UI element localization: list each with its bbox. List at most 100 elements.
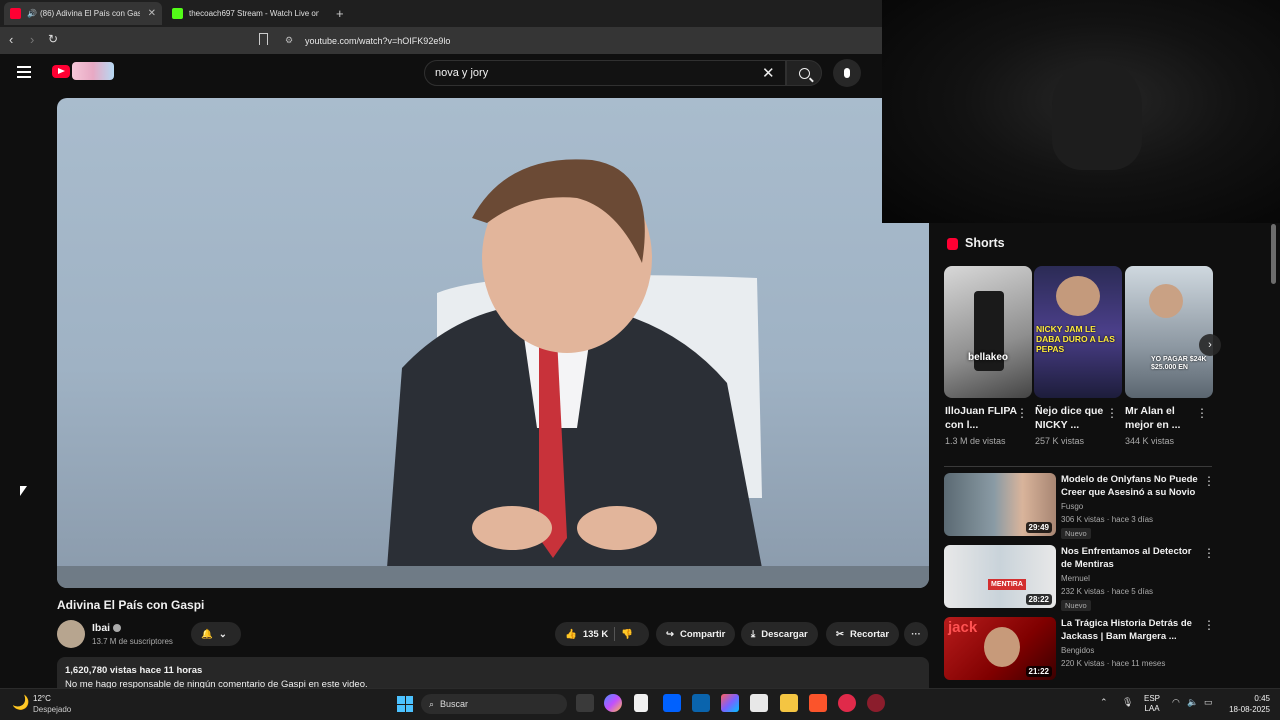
chevron-up-icon[interactable]: ⌃	[1100, 697, 1108, 708]
short-thumbnail[interactable]: bellakeo	[944, 266, 1032, 398]
chevron-right-icon: ›	[1208, 339, 1212, 351]
like-button[interactable]: 👍 135 K	[565, 629, 608, 640]
video-player[interactable]	[57, 98, 929, 588]
close-tab-icon[interactable]: ✕	[148, 8, 156, 19]
kebab-menu-icon[interactable]: ⋮	[1203, 474, 1215, 488]
thumbnail-text: jack	[948, 619, 978, 636]
volume-icon[interactable]: 🔈	[1187, 697, 1198, 708]
tab-youtube[interactable]: 🔊 (86) Adivina El País con Gaspi ✕	[4, 2, 162, 25]
kebab-menu-icon[interactable]: ⋮	[1203, 546, 1215, 560]
video-thumbnail[interactable]: 29:49	[944, 473, 1056, 536]
outlook-icon[interactable]	[692, 694, 710, 712]
duration-badge: 21:22	[1025, 666, 1052, 677]
moon-weather-icon[interactable]: 🌙	[12, 694, 29, 711]
new-badge: Nuevo	[1061, 600, 1091, 611]
verified-icon	[113, 624, 121, 632]
video-thumbnail[interactable]: jack 21:22	[944, 617, 1056, 680]
voice-search-button[interactable]	[833, 59, 861, 87]
weather-temp[interactable]: 12°C	[33, 694, 51, 703]
file-explorer-icon[interactable]	[780, 694, 798, 712]
recommendation-meta: 220 K vistas · hace 11 meses	[1061, 659, 1166, 668]
forward-icon[interactable]: ›	[30, 32, 34, 47]
kebab-menu-icon[interactable]: ⋮	[1106, 406, 1118, 420]
shorts-next-button[interactable]: ›	[1199, 334, 1221, 356]
like-count: 135 K	[582, 628, 609, 640]
url-field[interactable]: youtube.com/watch?v=hOIFK92e9lo	[305, 31, 905, 50]
divider	[944, 466, 1212, 467]
sidebar-scrollbar[interactable]	[1271, 224, 1276, 284]
new-tab-button[interactable]: +	[336, 6, 344, 21]
short-views: 1.3 M de vistas	[945, 436, 1006, 446]
tab-title: (86) Adivina El País con Gaspi	[39, 9, 140, 18]
doodle-logo[interactable]	[72, 62, 114, 80]
thumbs-down-icon[interactable]: 👎	[621, 629, 633, 640]
kebab-menu-icon[interactable]: ⋮	[1016, 406, 1028, 420]
share-button[interactable]: ↪ Compartir	[656, 622, 736, 646]
store-icon[interactable]	[750, 694, 768, 712]
video-thumbnail[interactable]: MENTIRA 28:22	[944, 545, 1056, 608]
recommendation-title[interactable]: La Trágica Historia Detrás de Jackass | …	[1061, 617, 1201, 643]
short-overlay-text: YO PAGAR $24K $25.000 EN	[1151, 356, 1207, 371]
back-icon[interactable]: ‹	[9, 32, 13, 47]
youtube-logo-icon[interactable]	[52, 65, 70, 78]
menu-icon[interactable]	[17, 66, 31, 78]
clip-label: Recortar	[849, 628, 890, 640]
copilot-icon[interactable]	[604, 694, 622, 712]
task-view-icon[interactable]	[576, 694, 594, 712]
notepad-icon[interactable]	[634, 694, 648, 712]
reload-icon[interactable]: ↻	[48, 32, 58, 46]
site-info-icon[interactable]: ⚙	[285, 35, 293, 46]
channel-avatar[interactable]	[57, 620, 85, 648]
thumbnail-text: MENTIRA	[988, 579, 1026, 590]
subscribe-bell-button[interactable]: 🔔 ⌄	[191, 622, 241, 646]
search-input[interactable]: nova y jory	[424, 60, 786, 86]
recommendation-channel[interactable]: Fusgo	[1061, 502, 1083, 511]
wifi-icon[interactable]: ◠	[1172, 697, 1180, 708]
office-icon[interactable]	[721, 694, 739, 712]
more-actions-button[interactable]: ···	[904, 622, 928, 646]
recommendation-channel[interactable]: Bengidos	[1061, 646, 1094, 655]
clock-date: 18-08-2025	[1229, 705, 1270, 714]
search-button[interactable]	[786, 60, 822, 86]
short-overlay-text: NICKY JAM LE DABA DURO A LAS PEPAS	[1036, 324, 1115, 354]
taskbar-search-label: Buscar	[440, 699, 469, 709]
clock[interactable]: 0:45 18-08-2025	[1222, 693, 1270, 715]
app-icon[interactable]	[867, 694, 885, 712]
recommendation-title[interactable]: Modelo de Onlyfans No Puede Creer que As…	[1061, 473, 1201, 499]
battery-icon[interactable]: ▭	[1204, 697, 1213, 708]
media-player-icon[interactable]	[838, 694, 856, 712]
clip-button[interactable]: ✂ Recortar	[826, 622, 900, 646]
short-overlay-text: bellakeo	[967, 352, 1009, 363]
language-indicator[interactable]: ESP LAA	[1144, 694, 1160, 714]
clear-search-icon[interactable]: ✕	[762, 64, 775, 82]
download-button[interactable]: ⤓ Descargar	[741, 622, 818, 646]
short-title[interactable]: Ñejo dice que NICKY ...	[1035, 404, 1107, 432]
short-views: 344 K vistas	[1125, 436, 1175, 446]
recommendation-title[interactable]: Nos Enfrentamos al Detector de Mentiras	[1061, 545, 1201, 571]
bookmark-icon[interactable]	[259, 33, 268, 45]
channel-name[interactable]: Ibai	[92, 622, 110, 634]
chevron-down-icon: ⌄	[218, 628, 227, 640]
weather-desc[interactable]: Despejado	[33, 705, 71, 714]
shorts-icon	[947, 238, 958, 250]
short-title[interactable]: IlloJuan FLIPA con l...	[945, 404, 1017, 432]
windows-start-icon[interactable]	[397, 696, 413, 712]
tab-kick[interactable]: thecoach697 Stream - Watch Live on	[166, 2, 332, 25]
short-thumbnail[interactable]: NICKY JAM LE DABA DURO A LAS PEPAS	[1034, 266, 1122, 398]
search-query: nova y jory	[435, 67, 489, 79]
brave-browser-icon[interactable]	[809, 694, 827, 712]
speaker-icon[interactable]: 🔊	[27, 9, 37, 18]
kebab-menu-icon[interactable]: ⋮	[1196, 406, 1208, 420]
view-stats: 1,620,780 vistas hace 11 horas	[65, 665, 203, 676]
tab-title: thecoach697 Stream - Watch Live on	[189, 9, 319, 18]
short-title[interactable]: Mr Alan el mejor en ...	[1125, 404, 1197, 432]
recommendation-channel[interactable]: Mernuel	[1061, 574, 1090, 583]
new-badge: Nuevo	[1061, 528, 1091, 539]
taskbar-search[interactable]: ⌕ Buscar	[421, 694, 567, 714]
microphone-icon[interactable]: 🎙	[1122, 697, 1133, 708]
kebab-menu-icon[interactable]: ⋮	[1203, 618, 1215, 632]
bell-icon: 🔔	[201, 628, 213, 640]
shorts-heading: Shorts	[965, 236, 1005, 250]
short-thumbnail[interactable]: YO PAGAR $24K $25.000 EN	[1125, 266, 1213, 398]
dropbox-icon[interactable]	[663, 694, 681, 712]
